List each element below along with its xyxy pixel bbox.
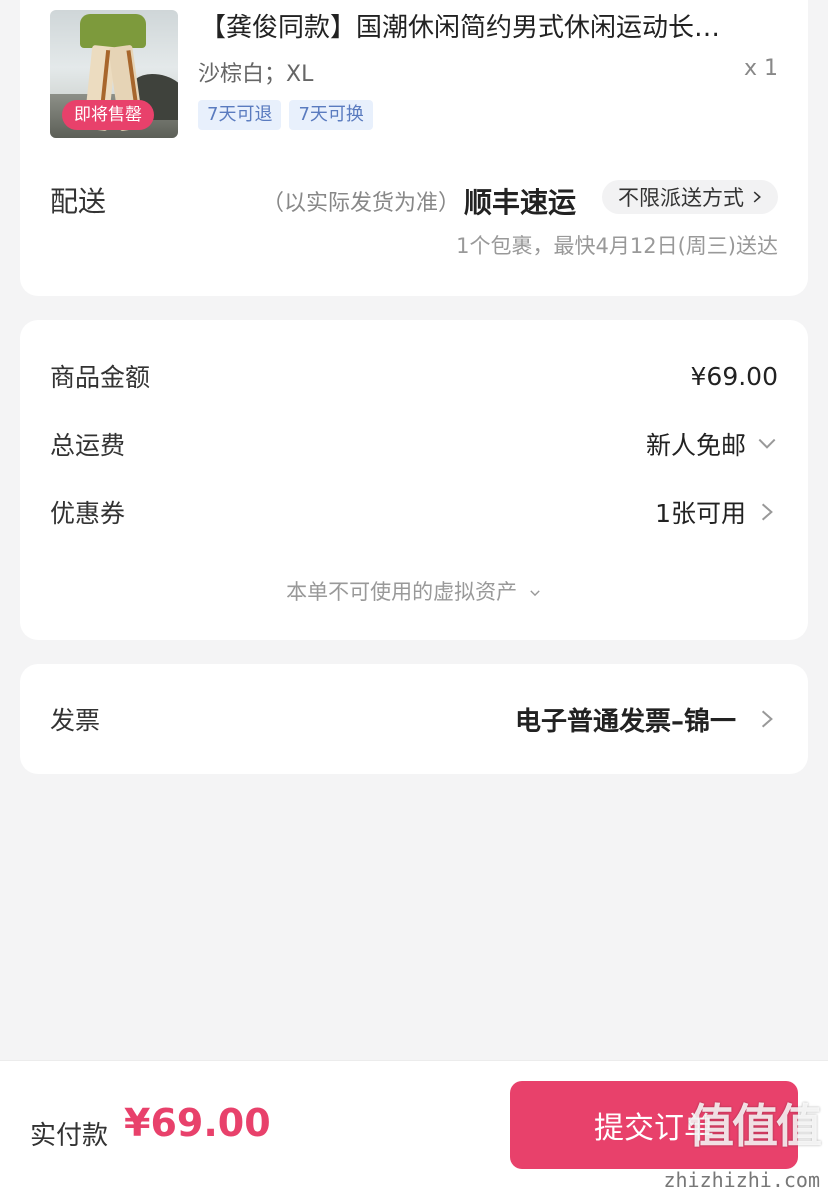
goods-amount-label: 商品金额 [50,363,151,392]
shipping-carrier: 顺丰速运 [464,186,577,219]
service-tags: 7天可退 7天可换 [198,100,373,130]
freight-row[interactable]: 总运费 新人免邮 [50,424,778,464]
return-tag: 7天可退 [198,100,282,130]
exchange-tag: 7天可换 [289,100,373,130]
watermark-url: zhizhizhi.com [663,1168,820,1192]
pay-amount: ¥69.00 [124,1101,271,1145]
coupon-row[interactable]: 优惠券 1张可用 [50,492,778,532]
chevron-down-icon [530,590,540,597]
product-thumbnail[interactable]: 即将售罄 [50,10,178,138]
delivery-estimate: 1个包裹，最快4月12日(周三)送达 [456,234,778,258]
goods-amount-value: ¥69.00 [690,361,778,391]
invoice-value: 电子普通发票–锦一 [514,706,736,737]
product-quantity: x 1 [743,56,778,81]
invoice-row[interactable]: 发票 电子普通发票–锦一 [50,699,778,739]
chevron-right-icon [761,503,773,521]
chevron-down-icon [758,438,776,449]
virtual-assets-label: 本单不可使用的虚拟资产 [286,580,518,604]
order-confirm-page: 即将售罄 【龚俊同款】国潮休闲简约男式休闲运动长… 沙棕白；XL x 1 7天可… [0,0,828,1200]
product-spec: 沙棕白；XL [198,62,314,87]
virtual-assets-toggle[interactable]: 本单不可使用的虚拟资产 [20,576,808,606]
goods-amount-row: 商品金额 ¥69.00 [50,356,778,396]
price-card: 商品金额 ¥69.00 总运费 新人免邮 优惠券 1张可用 本单不可使用的虚拟资… [20,320,808,640]
product-card: 即将售罄 【龚俊同款】国潮休闲简约男式休闲运动长… 沙棕白；XL x 1 7天可… [20,0,808,296]
sold-out-soon-badge: 即将售罄 [62,100,154,130]
pay-label: 实付款 [30,1121,109,1151]
product-title[interactable]: 【龚俊同款】国潮休闲简约男式休闲运动长… [200,10,780,46]
watermark-logo: 值值值 [688,1099,822,1153]
chevron-right-icon [761,710,773,728]
chevron-right-icon [753,191,761,203]
invoice-label: 发票 [50,706,101,735]
invoice-card[interactable]: 发票 电子普通发票–锦一 [20,664,808,774]
shipping-note: （以实际发货为准） [262,191,461,216]
shipping-method-button[interactable]: 不限派送方式 [602,180,778,214]
freight-label: 总运费 [50,431,126,460]
shipping-method-label: 不限派送方式 [618,186,744,210]
checkout-bar: 实付款 ¥69.00 提交订单 值值值 zhizhizhi.com [0,1060,828,1200]
coupon-value: 1张可用 [655,499,746,528]
coupon-label: 优惠券 [50,499,126,528]
freight-value: 新人免邮 [645,431,746,460]
shipping-label: 配送 [50,185,107,218]
